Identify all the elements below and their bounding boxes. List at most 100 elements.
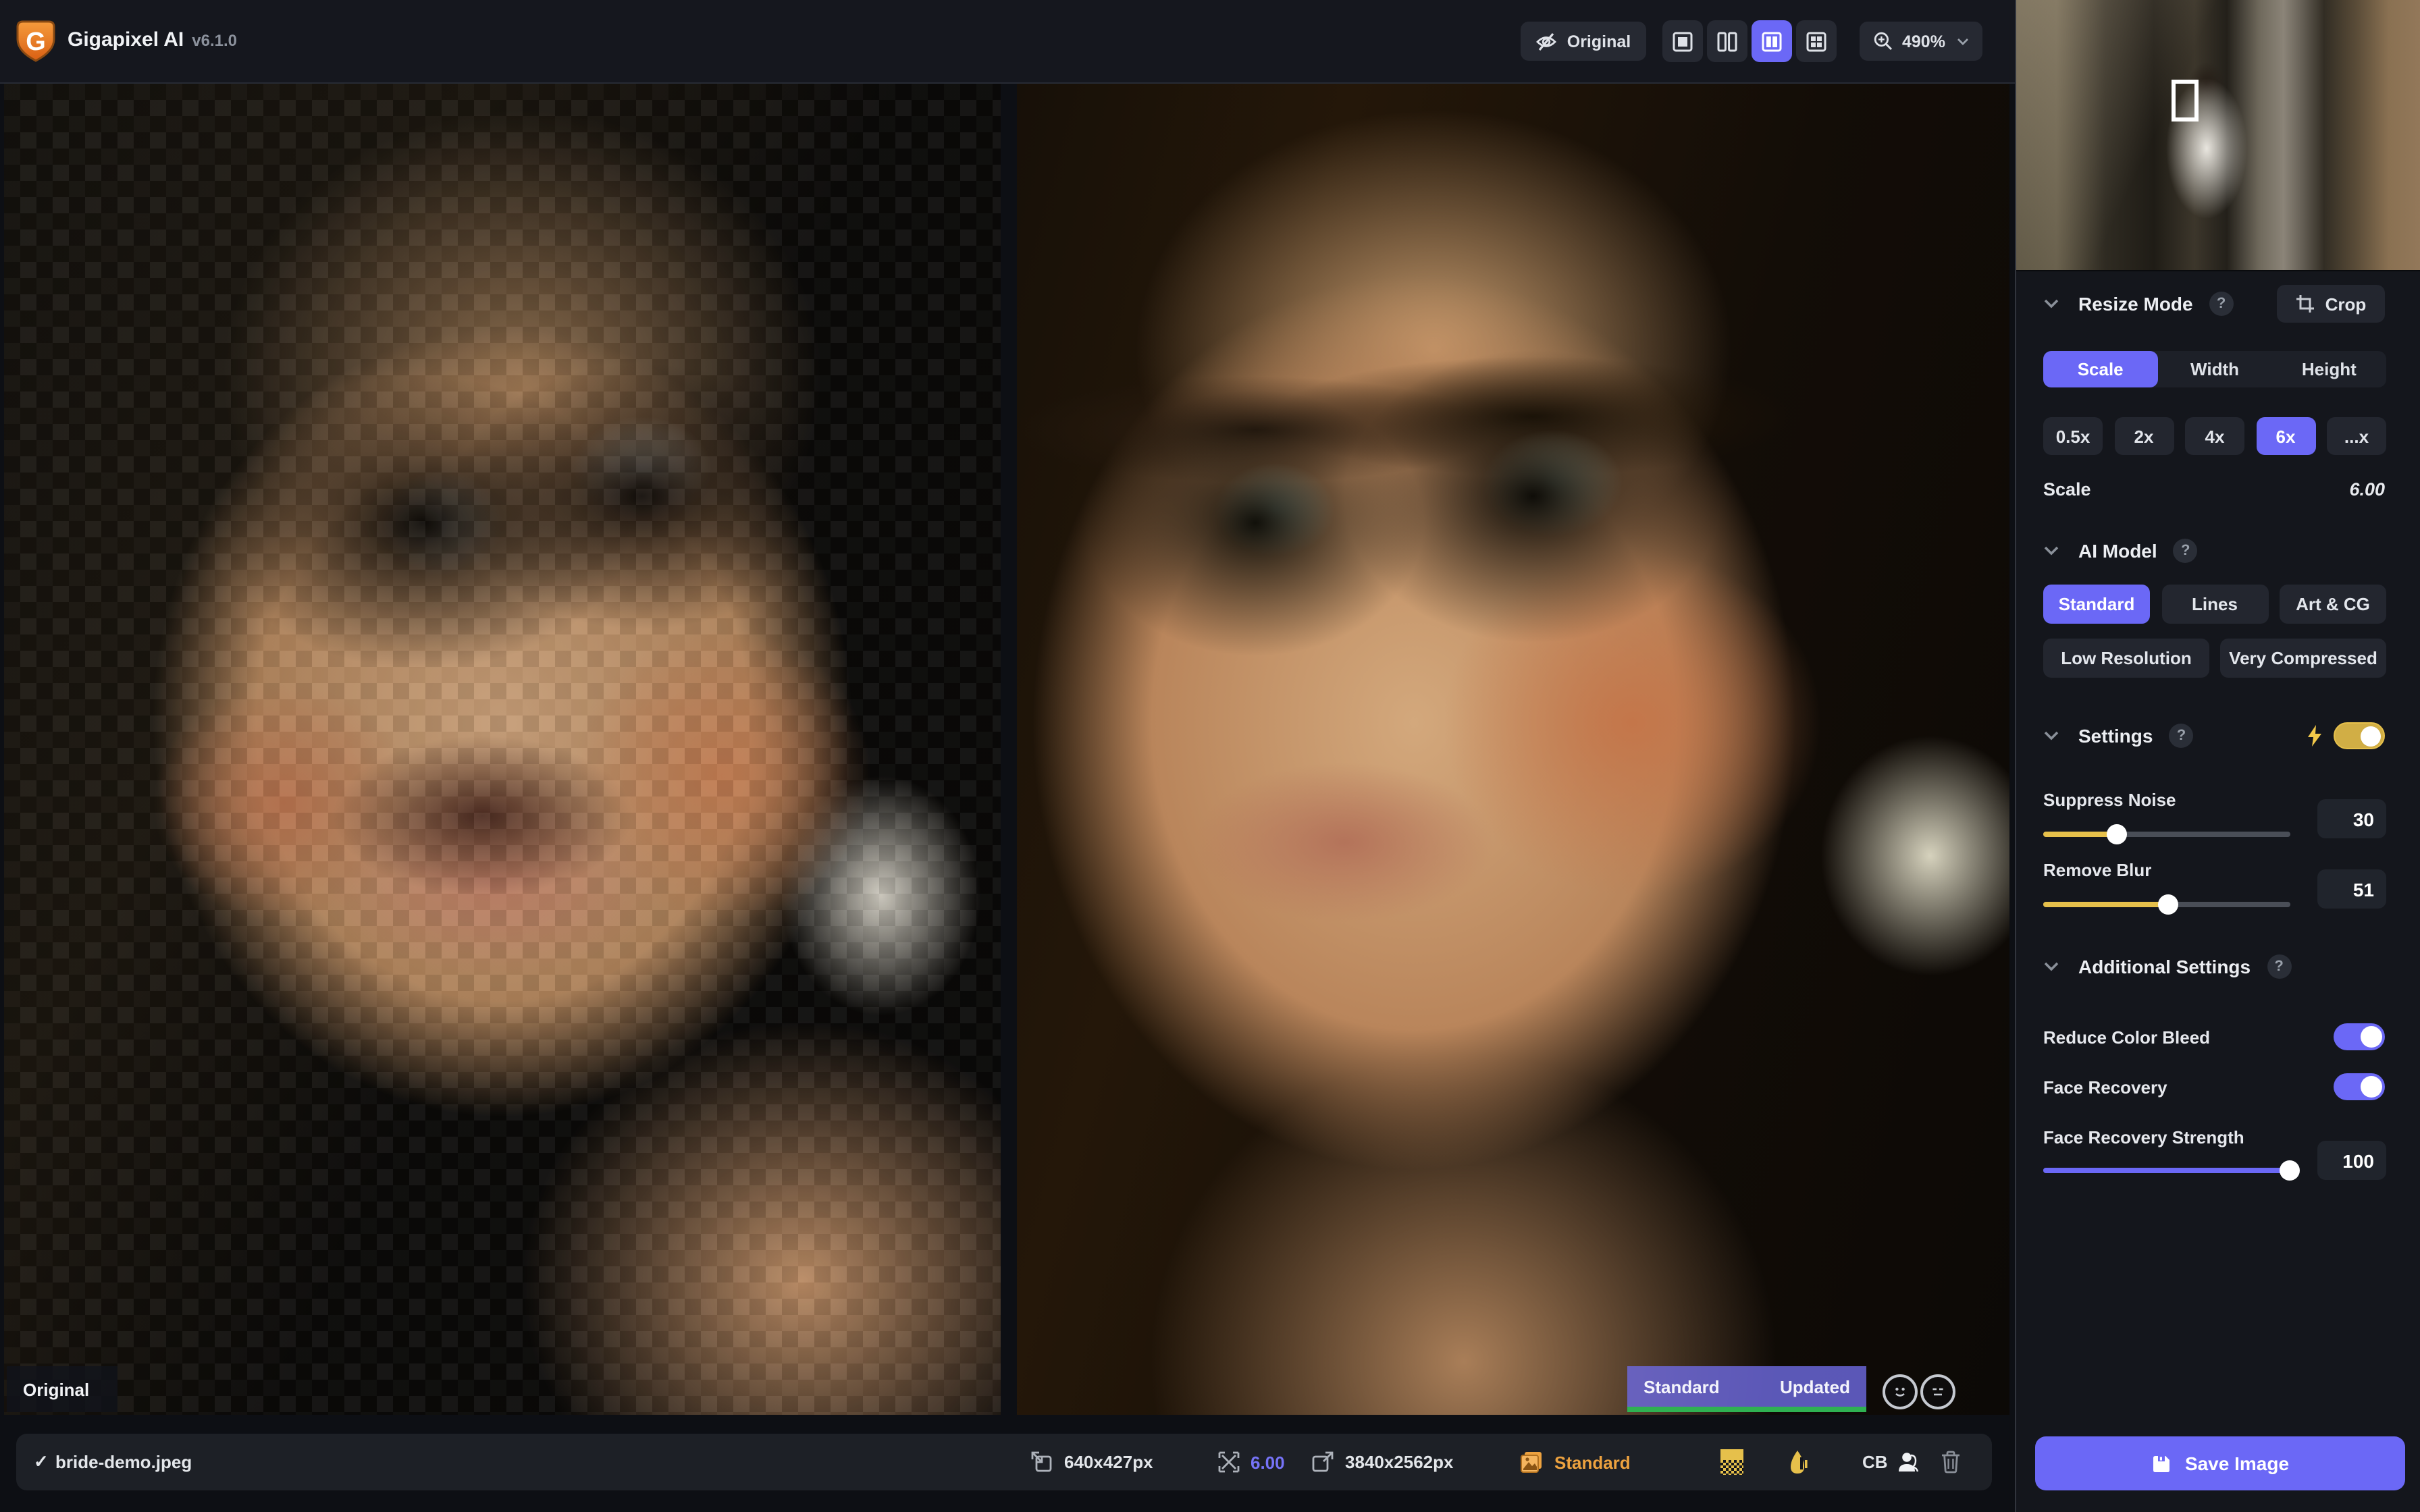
image-stack-icon — [1519, 1450, 1544, 1474]
suppress-noise-value[interactable]: 30 — [2317, 799, 2386, 838]
feedback-positive-button[interactable] — [1883, 1374, 1918, 1409]
file-status-bar[interactable]: ✓ bride-demo.jpeg 640x427px 6.00 — [16, 1434, 1992, 1490]
remove-blur-slider[interactable] — [2043, 902, 2290, 907]
remove-blur-value[interactable]: 51 — [2317, 869, 2386, 909]
model-standard-button[interactable]: Standard — [2043, 585, 2150, 624]
model-very-compressed-button[interactable]: Very Compressed — [2220, 639, 2386, 678]
zoom-level-dropdown[interactable]: 490% — [1860, 22, 1982, 61]
face-recovery-strength-slider[interactable] — [2043, 1168, 2290, 1173]
enhanced-image-pane[interactable]: Standard Updated — [1017, 84, 2009, 1415]
scale-value: 6.00 — [2349, 479, 2385, 499]
tab-scale[interactable]: Scale — [2043, 351, 2157, 387]
noise-icon — [1720, 1449, 1743, 1475]
face-recovery-strength-value[interactable]: 100 — [2317, 1141, 2386, 1180]
view-mode-group — [1662, 20, 1837, 62]
scale-0.5x-button[interactable]: 0.5x — [2043, 417, 2103, 455]
scale-arrows-icon — [1218, 1451, 1240, 1473]
slider-knob[interactable] — [2159, 894, 2179, 915]
zoom-region-indicator[interactable] — [2172, 80, 2199, 122]
output-size-group: 3840x2562px — [1311, 1451, 1454, 1474]
scale-custom-button[interactable]: ...x — [2327, 417, 2386, 455]
save-image-button[interactable]: Save Image — [2035, 1436, 2405, 1490]
scale-value-row: Scale 6.00 — [2043, 475, 2385, 502]
face-recovery-toggle[interactable] — [2334, 1073, 2385, 1100]
scale-factor-value: 6.00 — [1251, 1452, 1285, 1472]
settings-header[interactable]: Settings ? — [2043, 717, 2385, 755]
input-size-value: 640x427px — [1064, 1452, 1153, 1472]
color-bleed-badge: CB — [1862, 1452, 1888, 1472]
view-single-button[interactable] — [1662, 20, 1703, 62]
chevron-down-icon — [2043, 961, 2059, 972]
navigator-thumbnail[interactable] — [2016, 0, 2420, 271]
reduce-color-bleed-toggle[interactable] — [2334, 1023, 2385, 1050]
tab-height[interactable]: Height — [2272, 351, 2386, 387]
model-art-cg-button[interactable]: Art & CG — [2280, 585, 2386, 624]
ai-model-header[interactable]: AI Model ? — [2043, 532, 2385, 570]
svg-text:G: G — [26, 28, 46, 56]
crop-button-label: Crop — [2325, 294, 2367, 314]
view-split-button[interactable] — [1707, 20, 1747, 62]
input-dimensions-icon — [1030, 1451, 1053, 1474]
settings-title: Settings — [2078, 725, 2153, 747]
resize-mode-header[interactable]: Resize Mode ? Crop — [2043, 285, 2385, 323]
model-lines-button[interactable]: Lines — [2161, 585, 2268, 624]
face-recovery-label: Face Recovery — [2043, 1077, 2167, 1097]
auto-settings-toggle[interactable] — [2334, 722, 2385, 749]
compare-model-label: Standard — [1643, 1376, 1720, 1397]
person-icon — [1896, 1450, 1920, 1474]
zoom-in-icon — [1872, 31, 1893, 51]
model-row-1: Standard Lines Art & CG — [2043, 585, 2386, 624]
additional-settings-header[interactable]: Additional Settings ? — [2043, 948, 2385, 986]
compare-status-bar: Standard Updated — [1627, 1366, 1866, 1412]
crop-button[interactable]: Crop — [2277, 285, 2385, 323]
save-disk-icon — [2151, 1453, 2172, 1474]
blur-setting-indicator — [1788, 1449, 1810, 1475]
resize-tabs: Scale Width Height — [2043, 351, 2386, 387]
slider-knob[interactable] — [2107, 824, 2127, 844]
help-icon[interactable]: ? — [2174, 539, 2198, 563]
app-name: Gigapixel AI — [68, 28, 184, 51]
app-title: Gigapixel AI v6.1.0 — [68, 28, 237, 51]
model-indicator-value: Standard — [1554, 1452, 1631, 1472]
view-grid-button[interactable] — [1796, 20, 1837, 62]
show-original-button[interactable]: Original — [1521, 22, 1646, 61]
split-view-icon — [1716, 30, 1738, 52]
scale-4x-button[interactable]: 4x — [2185, 417, 2244, 455]
scale-2x-button[interactable]: 2x — [2114, 417, 2174, 455]
eye-off-icon — [1536, 30, 1558, 52]
gigapixel-logo-icon: G — [12, 18, 59, 65]
resize-mode-title: Resize Mode — [2078, 293, 2193, 315]
chevron-down-icon — [1957, 37, 1970, 45]
scale-preset-group: 0.5x 2x 4x 6x ...x — [2043, 417, 2386, 455]
model-row-2: Low Resolution Very Compressed — [2043, 639, 2386, 678]
help-icon[interactable]: ? — [2209, 292, 2234, 316]
view-side-by-side-button[interactable] — [1752, 20, 1792, 62]
smiley-face-icon — [1891, 1382, 1910, 1401]
output-dimensions-icon — [1311, 1451, 1334, 1474]
original-image-pane[interactable]: Original — [4, 84, 1001, 1415]
grid-view-icon — [1806, 30, 1827, 52]
file-processed-check: ✓ — [34, 1451, 49, 1473]
feedback-negative-button[interactable] — [1920, 1374, 1955, 1409]
enhanced-image — [1017, 84, 2009, 1415]
model-low-resolution-button[interactable]: Low Resolution — [2043, 639, 2209, 678]
scale-factor-group: 6.00 — [1218, 1451, 1285, 1473]
remove-file-button[interactable] — [1941, 1451, 1961, 1474]
app-version: v6.1.0 — [192, 31, 237, 50]
tab-width[interactable]: Width — [2157, 351, 2271, 387]
lightning-bolt-icon — [2307, 725, 2323, 747]
zoom-level-value: 490% — [1902, 32, 1945, 51]
settings-sidebar: Resize Mode ? Crop Scale Width Height 0.… — [2015, 0, 2420, 1512]
compare-status-label: Updated — [1780, 1376, 1850, 1397]
face-recovery-row: Face Recovery — [2043, 1072, 2385, 1102]
suppress-noise-label: Suppress Noise — [2043, 790, 2176, 810]
chevron-down-icon — [2043, 730, 2059, 741]
suppress-noise-slider[interactable] — [2043, 832, 2290, 837]
chevron-down-icon — [2043, 298, 2059, 309]
help-icon[interactable]: ? — [2267, 954, 2291, 979]
scale-6x-button[interactable]: 6x — [2256, 417, 2315, 455]
scale-value-label: Scale — [2043, 479, 2091, 499]
help-icon[interactable]: ? — [2169, 724, 2193, 748]
slider-knob[interactable] — [2280, 1160, 2300, 1181]
output-size-value: 3840x2562px — [1345, 1452, 1454, 1472]
